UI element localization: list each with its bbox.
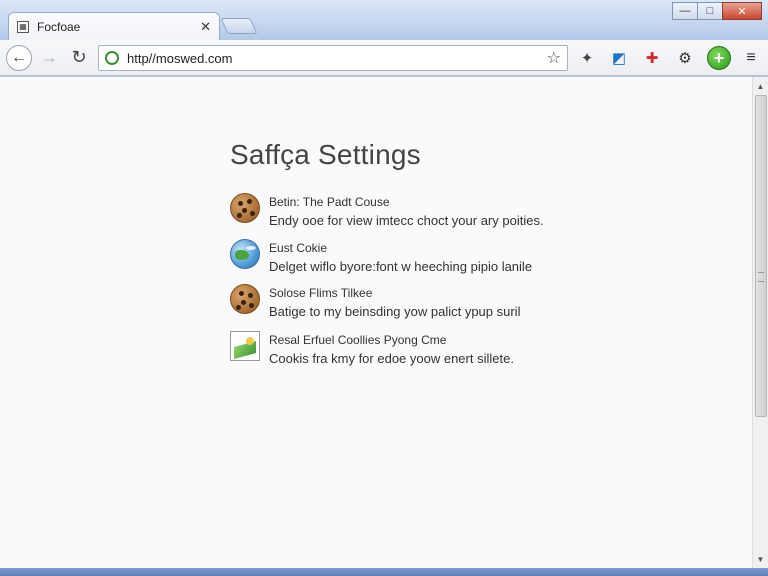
forward-button[interactable]: →	[36, 45, 62, 71]
scroll-thumb[interactable]	[755, 95, 767, 417]
reload-button[interactable]: ↻	[66, 45, 92, 71]
bookmark-star-icon[interactable]: ☆	[547, 48, 561, 68]
tab-close-icon[interactable]: ✕	[200, 19, 211, 35]
settings-item-heading: Betin: The Padt Couse	[269, 195, 390, 209]
menu-icon[interactable]: ≡	[740, 47, 762, 69]
settings-item-description: Cookis fra kmy for edoe yoow enert sille…	[269, 351, 514, 366]
browser-title-bar: ▦ Focfoae ✕ — □ ✕	[0, 0, 768, 40]
page-info-icon[interactable]	[105, 51, 119, 65]
extension-red-icon[interactable]: ✚	[641, 47, 663, 69]
extension-puzzle-icon[interactable]: ✦	[576, 47, 598, 69]
favicon-icon: ▦	[17, 20, 29, 33]
page-title: Saffça Settings	[230, 139, 421, 170]
address-bar[interactable]: http//moswed.com ☆	[98, 45, 568, 71]
minimize-button[interactable]: —	[672, 2, 698, 20]
add-extension-icon[interactable]: +	[707, 46, 731, 70]
settings-item-description: Batige to my beinsding yow palict ypup s…	[269, 304, 521, 319]
image-icon	[230, 331, 262, 363]
settings-item[interactable]: Resal Erfuel Coollies Pyong Cme Cookis f…	[230, 331, 514, 366]
settings-item-heading: Solose Flims Tilkee	[269, 286, 373, 300]
back-button[interactable]: ←	[6, 44, 32, 71]
tab-title: Focfoae	[37, 19, 81, 34]
scroll-down-icon[interactable]: ▼	[753, 552, 768, 566]
settings-item-description: Delget wiflo byore:font w heeching pipio…	[269, 259, 533, 274]
browser-tab[interactable]: ▦ Focfoae ✕	[8, 12, 220, 40]
settings-item-description: Endy ooe for view imtecc choct your ary …	[269, 213, 544, 228]
vertical-scrollbar[interactable]: ▲ ▼	[752, 77, 768, 568]
settings-item-heading: Eust Cokie	[269, 241, 328, 255]
close-window-button[interactable]: ✕	[722, 2, 762, 20]
cookie-icon	[230, 284, 262, 316]
new-tab-button[interactable]	[220, 18, 258, 34]
globe-icon	[230, 239, 262, 271]
extension-blue-icon[interactable]: ◩	[608, 47, 630, 69]
scroll-up-icon[interactable]: ▲	[753, 79, 768, 93]
maximize-button[interactable]: □	[697, 2, 723, 20]
settings-item[interactable]: Solose Flims Tilkee Batige to my beinsdi…	[230, 284, 520, 319]
page-content: Saffça Settings Betin: The Padt Couse En…	[0, 77, 752, 568]
window-bottom-border	[0, 568, 768, 576]
browser-toolbar: ← → ↻ http//moswed.com ☆ ✦ ◩ ✚ ⚙ + ≡	[0, 40, 768, 76]
settings-item[interactable]: Eust Cokie Delget wiflo byore:font w hee…	[230, 239, 532, 274]
cookie-icon	[230, 193, 262, 225]
url-text[interactable]: http//moswed.com	[127, 51, 547, 66]
extension-gear-icon[interactable]: ⚙	[674, 47, 696, 69]
settings-item[interactable]: Betin: The Padt Couse Endy ooe for view …	[230, 193, 544, 228]
settings-item-heading: Resal Erfuel Coollies Pyong Cme	[269, 333, 447, 347]
window-controls: — □ ✕	[672, 2, 762, 20]
